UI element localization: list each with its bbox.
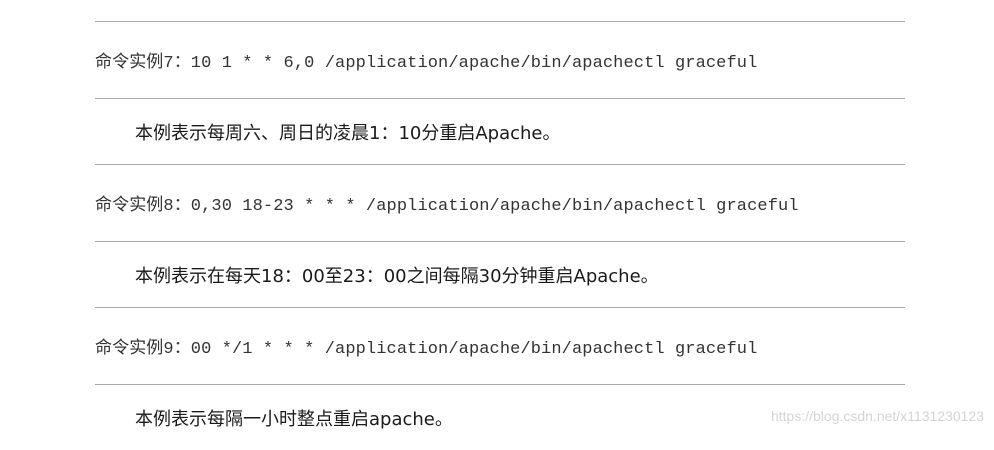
command-example-8: 命令实例8：0,30 18-23 * * * /application/apac… [95, 197, 799, 216]
command-example-9: 命令实例9：00 */1 * * * /application/apache/b… [95, 340, 758, 359]
command-example-7: 命令实例7：10 1 * * 6,0 /application/apache/b… [95, 54, 758, 73]
watermark-url: https://blog.csdn.net/x1131230123 [770, 408, 984, 424]
description-example-7: 本例表示每周六、周日的凌晨1：10分重启Apache。 [135, 122, 561, 144]
document-content: 命令实例7：10 1 * * 6,0 /application/apache/b… [95, 0, 905, 450]
description-example-8: 本例表示在每天18：00至23：00之间每隔30分钟重启Apache。 [135, 265, 659, 287]
